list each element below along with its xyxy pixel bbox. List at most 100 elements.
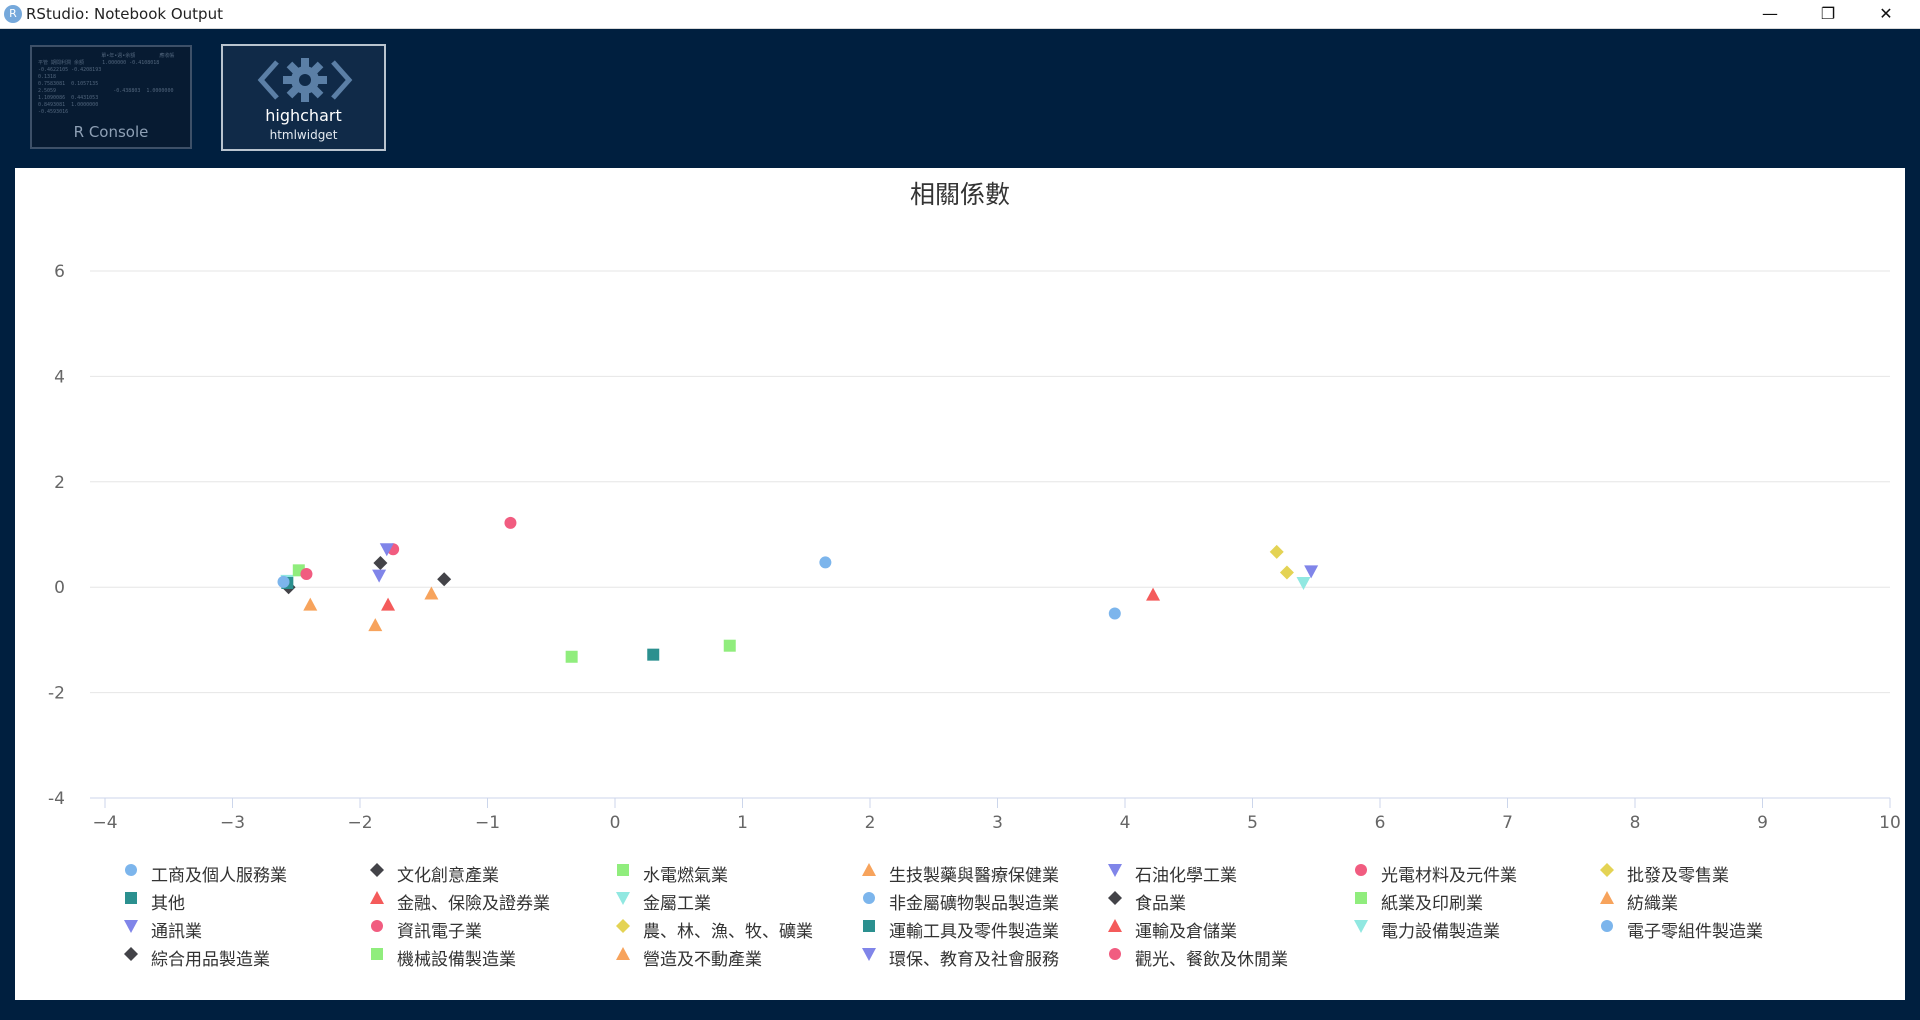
data-point[interactable] <box>1279 565 1294 580</box>
legend-marker-shape[interactable] <box>863 920 875 932</box>
legend-item[interactable]: 紡織業 <box>1599 886 1845 914</box>
legend-item[interactable]: 文化創意產業 <box>369 858 615 886</box>
legend-marker-shape[interactable] <box>616 947 630 960</box>
legend-item[interactable]: 工商及個人服務業 <box>123 858 369 886</box>
legend-item[interactable]: 電子零組件製造業 <box>1599 914 1845 942</box>
legend-marker-shape[interactable] <box>124 947 138 961</box>
legend-marker-shape[interactable] <box>125 892 137 904</box>
legend-item[interactable]: 綜合用品製造業 <box>123 942 369 970</box>
data-point[interactable] <box>300 568 313 581</box>
data-point[interactable] <box>277 575 290 588</box>
r-console-label: R Console <box>73 123 149 141</box>
data-point[interactable] <box>1304 565 1319 579</box>
legend-marker <box>1600 891 1614 904</box>
legend-item[interactable]: 非金屬礦物製品製造業 <box>861 886 1107 914</box>
legend-label: 非金屬礦物製品製造業 <box>889 894 1059 914</box>
legend-marker-shape[interactable] <box>1600 863 1614 877</box>
close-button[interactable]: ✕ <box>1858 0 1914 28</box>
legend-item[interactable]: 觀光、餐飲及休閒業 <box>1107 942 1353 970</box>
legend-label: 資訊電子業 <box>397 922 482 942</box>
legend-marker <box>863 920 875 932</box>
legend-item[interactable]: 農、林、漁、牧、礦業 <box>615 914 861 942</box>
legend-item[interactable]: 光電材料及元件業 <box>1353 858 1599 886</box>
legend-item[interactable]: 紙業及印刷業 <box>1353 886 1599 914</box>
data-point[interactable] <box>1269 544 1284 559</box>
legend-marker-shape[interactable] <box>371 948 383 960</box>
legend-label: 文化創意產業 <box>397 866 499 886</box>
chart-gridlines <box>90 270 1890 799</box>
legend-item[interactable]: 運輸及倉儲業 <box>1107 914 1353 942</box>
legend-marker-shape[interactable] <box>1108 919 1122 932</box>
legend-marker <box>617 864 629 876</box>
legend-marker-shape[interactable] <box>1108 891 1122 905</box>
legend-marker-shape[interactable] <box>1108 864 1122 877</box>
legend-item[interactable]: 石油化學工業 <box>1107 858 1353 886</box>
legend-marker-shape[interactable] <box>863 892 875 904</box>
legend-item[interactable]: 水電燃氣業 <box>615 858 861 886</box>
legend-item[interactable]: 機械設備製造業 <box>369 942 615 970</box>
data-point[interactable] <box>1146 587 1161 601</box>
legend-label: 紡織業 <box>1627 894 1678 914</box>
legend-marker-shape[interactable] <box>370 863 384 877</box>
legend-item[interactable]: 運輸工具及零件製造業 <box>861 914 1107 942</box>
legend-marker-shape[interactable] <box>370 891 384 904</box>
legend-item[interactable]: 金融、保險及證券業 <box>369 886 615 914</box>
data-point[interactable] <box>424 586 439 600</box>
r-console-thumbnail[interactable]: 單•年•週•余額 應收帳 平管 期間利潤 余額 1.000000 -0.41080… <box>30 45 192 149</box>
legend-marker-shape[interactable] <box>616 892 630 905</box>
legend-label: 水電燃氣業 <box>643 866 728 886</box>
data-point[interactable] <box>303 597 318 611</box>
console-preview-line: 0.8493081 1.0000000 <box>38 102 99 108</box>
legend-label: 運輸及倉儲業 <box>1135 922 1237 942</box>
legend-marker-shape[interactable] <box>1354 920 1368 933</box>
legend-marker <box>862 948 876 961</box>
chart-title: 相關係數 <box>910 180 1010 209</box>
legend-item[interactable]: 批發及零售業 <box>1599 858 1845 886</box>
data-point[interactable] <box>565 650 578 663</box>
data-point[interactable] <box>368 618 383 632</box>
data-point[interactable] <box>647 648 660 661</box>
data-point[interactable] <box>504 516 517 529</box>
data-point[interactable] <box>819 556 832 569</box>
data-point[interactable] <box>437 572 452 587</box>
legend-marker-shape[interactable] <box>862 948 876 961</box>
data-point[interactable] <box>372 569 387 583</box>
legend-item[interactable]: 生技製藥與醫療保健業 <box>861 858 1107 886</box>
legend-item[interactable]: 其他 <box>123 886 369 914</box>
legend-marker-shape[interactable] <box>1601 920 1613 932</box>
legend-item[interactable]: 通訊業 <box>123 914 369 942</box>
legend-item[interactable]: 資訊電子業 <box>369 914 615 942</box>
legend-label: 石油化學工業 <box>1135 866 1237 886</box>
legend-item[interactable]: 電力設備製造業 <box>1353 914 1599 942</box>
legend-marker-shape[interactable] <box>125 864 137 876</box>
data-point[interactable] <box>1296 576 1311 590</box>
x-tick-label: 4 <box>1120 813 1131 833</box>
data-point[interactable] <box>723 639 736 652</box>
legend-item[interactable]: 金屬工業 <box>615 886 861 914</box>
data-point[interactable] <box>1108 607 1121 620</box>
legend-marker-shape[interactable] <box>1109 948 1121 960</box>
x-tick-label: −4 <box>92 813 117 833</box>
data-point[interactable] <box>381 597 396 611</box>
console-preview-text: 單•年•週•余額 應收帳 平管 期間利潤 余額 1.000000 -0.41080… <box>38 53 184 116</box>
legend-item[interactable]: 食品業 <box>1107 886 1353 914</box>
restore-button[interactable]: ❐ <box>1800 0 1856 28</box>
legend-item[interactable]: 環保、教育及社會服務 <box>861 942 1107 970</box>
legend-marker-shape[interactable] <box>1355 892 1367 904</box>
legend-marker-shape[interactable] <box>616 919 630 933</box>
legend-marker-shape[interactable] <box>124 920 138 933</box>
legend-marker-shape[interactable] <box>371 920 383 932</box>
data-point[interactable] <box>373 555 388 570</box>
legend-marker <box>125 892 137 904</box>
legend-marker-shape[interactable] <box>617 864 629 876</box>
legend-marker <box>371 920 383 932</box>
legend-marker <box>616 919 630 933</box>
console-preview-line: 單•年•週•余額 應收帳 <box>38 53 175 59</box>
legend-item[interactable]: 營造及不動產業 <box>615 942 861 970</box>
legend-marker-shape[interactable] <box>1355 864 1367 876</box>
legend-marker-shape[interactable] <box>862 863 876 876</box>
legend-marker-shape[interactable] <box>1600 891 1614 904</box>
highchart-widget-thumbnail[interactable]: highchart htmlwidget <box>221 44 386 151</box>
legend-marker <box>616 892 630 905</box>
minimize-button[interactable]: — <box>1742 0 1798 28</box>
